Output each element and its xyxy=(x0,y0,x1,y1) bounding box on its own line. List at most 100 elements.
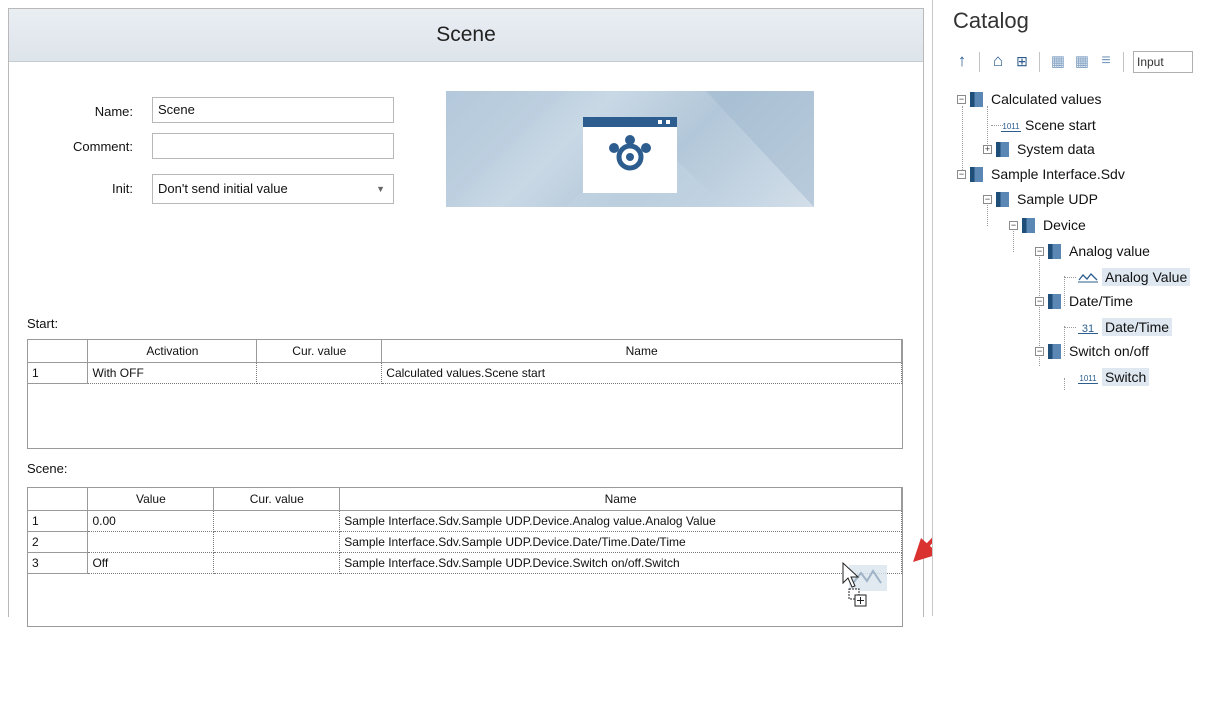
tree-item-label: Sample UDP xyxy=(1017,191,1098,207)
tree-item-label: Calculated values xyxy=(991,91,1102,107)
toolbar-separator xyxy=(979,52,980,72)
calendar-icon: 31 xyxy=(1078,321,1098,334)
catalog-toolbar: ↑ ⌂ ⊞ ▦ ▦ ≡ Input xyxy=(949,50,1221,76)
tree-connector xyxy=(1064,378,1065,390)
table-row[interactable]: 3 Off Sample Interface.Sdv.Sample UDP.De… xyxy=(28,552,902,574)
drag-ghost-icon xyxy=(842,561,887,607)
folder-icon xyxy=(970,91,983,107)
name-label: Name: xyxy=(94,104,133,119)
tree-item-analog-value-folder[interactable]: − Analog value xyxy=(1035,240,1150,262)
start-table-header: Activation Cur. value Name xyxy=(28,340,902,363)
value-cell[interactable] xyxy=(87,531,215,553)
tree-view-icon[interactable]: ⊞ xyxy=(1011,50,1033,72)
row-number[interactable]: 1 xyxy=(28,510,89,532)
row-number[interactable]: 3 xyxy=(28,552,89,574)
tree-item-date-time[interactable]: 31 Date/Time xyxy=(1078,316,1173,338)
scene-preview-image xyxy=(446,91,814,207)
value-cell[interactable]: 0.00 xyxy=(87,510,215,532)
tree-item-sample-udp[interactable]: − Sample UDP xyxy=(983,188,1098,210)
tree-item-label: Sample Interface.Sdv xyxy=(991,166,1125,182)
tree-connector xyxy=(1064,327,1076,328)
row-number[interactable]: 2 xyxy=(28,531,89,553)
start-rownum-header xyxy=(28,340,89,363)
folder-icon xyxy=(996,191,1009,207)
home-building-icon[interactable]: ⌂ xyxy=(987,50,1009,72)
folder-icon xyxy=(1048,243,1061,259)
tree-connector xyxy=(1064,277,1076,278)
tree-item-label: Switch xyxy=(1102,368,1150,386)
table-row[interactable]: 1 0.00 Sample Interface.Sdv.Sample UDP.D… xyxy=(28,510,902,532)
filter-dropdown[interactable]: Input xyxy=(1133,51,1193,73)
binary-value-icon: 1011 xyxy=(1078,371,1098,384)
tree-item-label: Analog value xyxy=(1069,243,1150,259)
chevron-down-icon: ▼ xyxy=(376,184,385,194)
start-section-label: Start: xyxy=(27,316,59,331)
analog-wave-icon xyxy=(1078,273,1098,283)
activation-cell[interactable]: With OFF xyxy=(87,362,258,384)
name-field[interactable]: Scene xyxy=(152,97,394,123)
catalog-panel: Catalog ↑ ⌂ ⊞ ▦ ▦ ≡ Input − Calculated v… xyxy=(932,0,1221,616)
scene-table-header: Value Cur. value Name xyxy=(28,488,902,511)
small-tiles-icon[interactable]: ▦ xyxy=(1071,50,1093,72)
toolbar-separator xyxy=(1039,52,1040,72)
cur-value-cell[interactable] xyxy=(213,531,341,553)
tree-item-label: Date/Time xyxy=(1069,293,1134,309)
table-row[interactable]: 2 Sample Interface.Sdv.Sample UDP.Device… xyxy=(28,531,902,553)
tree-item-date-time-folder[interactable]: − Date/Time xyxy=(1035,290,1133,312)
scene-col-value[interactable]: Value xyxy=(87,488,215,511)
start-col-activation[interactable]: Activation xyxy=(87,340,258,363)
collapse-icon[interactable]: − xyxy=(1035,346,1044,356)
tree-item-label: Scene start xyxy=(1025,117,1096,133)
up-arrow-icon[interactable]: ↑ xyxy=(951,50,973,72)
large-tiles-icon[interactable]: ▦ xyxy=(1047,50,1069,72)
catalog-title: Catalog xyxy=(953,8,1029,33)
tree-item-label: Switch on/off xyxy=(1069,343,1149,359)
comment-field[interactable] xyxy=(152,133,394,159)
tree-item-switch-folder[interactable]: − Switch on/off xyxy=(1035,340,1149,362)
cur-value-cell[interactable] xyxy=(213,510,341,532)
value-cell[interactable]: Off xyxy=(87,552,215,574)
list-view-icon[interactable]: ≡ xyxy=(1095,50,1117,72)
binary-value-icon: 1011 xyxy=(1001,119,1021,132)
scene-table: Value Cur. value Name 1 0.00 Sample Inte… xyxy=(27,487,903,627)
tree-item-sample-interface[interactable]: − Sample Interface.Sdv xyxy=(957,163,1125,185)
scene-col-cur-value[interactable]: Cur. value xyxy=(213,488,341,511)
tree-item-calculated-values[interactable]: − Calculated values xyxy=(957,88,1102,110)
collapse-icon[interactable]: − xyxy=(957,169,966,179)
row-number[interactable]: 1 xyxy=(28,362,89,384)
scene-rownum-header xyxy=(28,488,89,511)
collapse-icon[interactable]: − xyxy=(1035,296,1044,306)
cur-value-cell[interactable] xyxy=(256,362,383,384)
tree-item-analog-value[interactable]: Analog Value xyxy=(1078,266,1191,288)
scene-col-name[interactable]: Name xyxy=(339,488,902,511)
init-label: Init: xyxy=(112,181,133,196)
tree-item-system-data[interactable]: + System data xyxy=(983,138,1095,160)
folder-icon xyxy=(1022,217,1035,233)
collapse-icon[interactable]: − xyxy=(957,94,966,104)
scene-icon xyxy=(446,91,814,207)
tree-item-device[interactable]: − Device xyxy=(1009,214,1086,236)
start-table: Activation Cur. value Name 1 With OFF Ca… xyxy=(27,339,903,449)
tree-item-scene-start[interactable]: 1011 Scene start xyxy=(1001,114,1096,136)
collapse-icon[interactable]: − xyxy=(1009,220,1018,230)
tree-item-label: Date/Time xyxy=(1102,318,1173,336)
start-col-name[interactable]: Name xyxy=(381,340,902,363)
table-row[interactable]: 1 With OFF Calculated values.Scene start xyxy=(28,362,902,384)
folder-icon xyxy=(996,141,1009,157)
start-col-cur-value[interactable]: Cur. value xyxy=(256,340,383,363)
name-cell[interactable]: Calculated values.Scene start xyxy=(381,362,902,384)
collapse-icon[interactable]: − xyxy=(1035,246,1044,256)
init-dropdown-value: Don't send initial value xyxy=(158,181,288,196)
collapse-icon[interactable]: − xyxy=(983,194,992,204)
folder-icon xyxy=(1048,343,1061,359)
tree-item-switch[interactable]: 1011 Switch xyxy=(1078,366,1150,388)
expand-icon[interactable]: + xyxy=(983,144,992,154)
name-cell[interactable]: Sample Interface.Sdv.Sample UDP.Device.D… xyxy=(339,531,902,553)
name-cell[interactable]: Sample Interface.Sdv.Sample UDP.Device.A… xyxy=(339,510,902,532)
tree-item-label: System data xyxy=(1017,141,1095,157)
tree-item-label: Analog Value xyxy=(1102,268,1191,286)
init-dropdown[interactable]: Don't send initial value ▼ xyxy=(152,174,394,204)
name-cell[interactable]: Sample Interface.Sdv.Sample UDP.Device.S… xyxy=(339,552,902,574)
scene-editor-panel: Scene Name: Scene Comment: Init: Don't s… xyxy=(8,8,924,627)
cur-value-cell[interactable] xyxy=(213,552,341,574)
